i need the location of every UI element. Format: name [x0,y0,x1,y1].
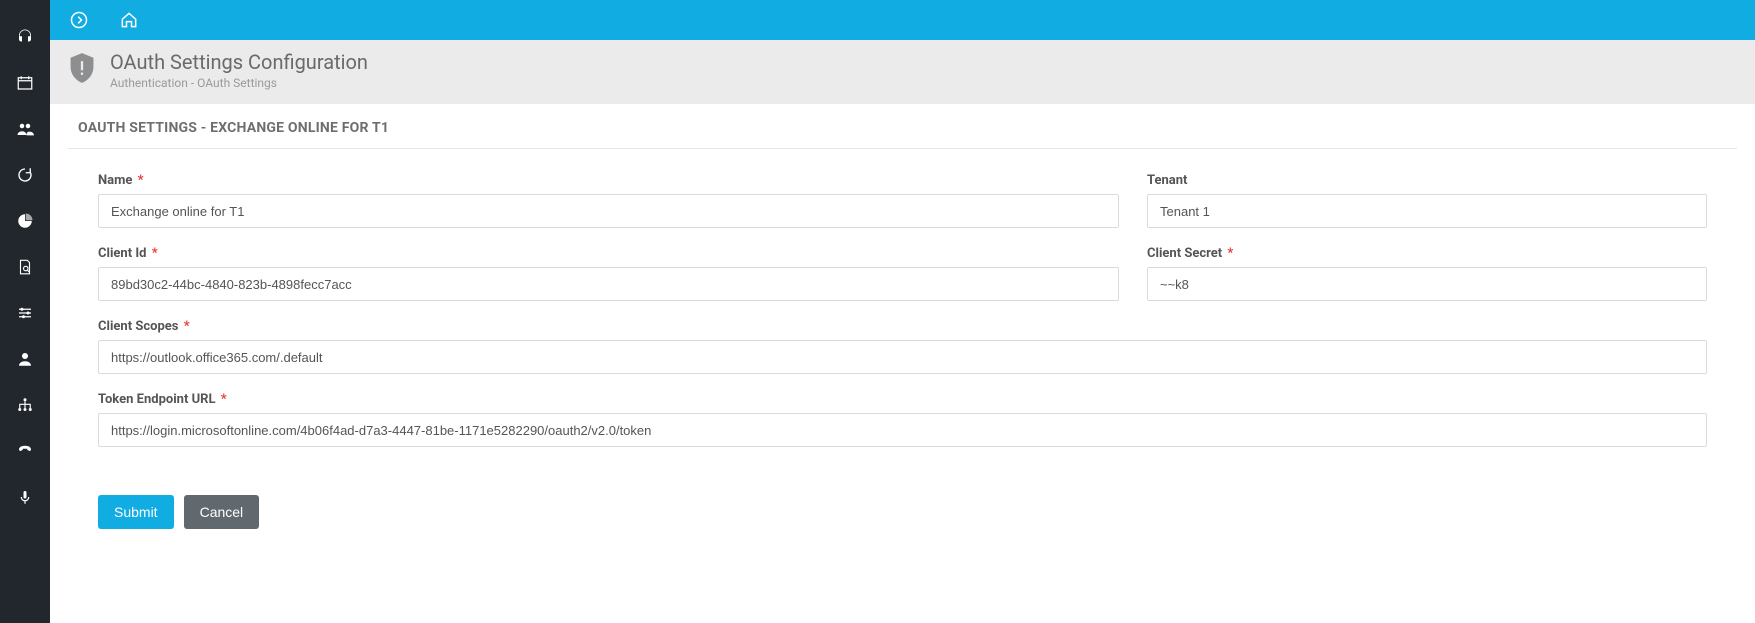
users-icon [16,120,34,138]
page-header: OAuth Settings Configuration Authenticat… [50,40,1755,104]
tenant-input[interactable] [1147,194,1707,228]
sidebar-item-org[interactable] [0,382,50,428]
submit-button[interactable]: Submit [98,495,174,529]
client-id-label: Client Id * [98,246,1119,261]
tenant-label: Tenant [1147,173,1707,188]
org-chart-icon [16,396,34,414]
client-scopes-label: Client Scopes * [98,319,1707,334]
home-icon [119,10,139,30]
sidebar-item-user[interactable] [0,336,50,382]
breadcrumb: Authentication - OAuth Settings [110,76,368,90]
sidebar [0,0,50,623]
sidebar-item-phone[interactable] [0,428,50,474]
client-secret-label: Client Secret * [1147,246,1707,261]
oauth-settings-panel: OAUTH SETTINGS - EXCHANGE ONLINE FOR T1 … [68,104,1737,557]
page-title: OAuth Settings Configuration [110,50,368,74]
nav-forward-button[interactable] [68,9,90,31]
cancel-button[interactable]: Cancel [184,495,260,529]
shield-alert-icon [68,52,96,88]
name-label: Name * [98,173,1119,188]
arrow-circle-icon [69,10,89,30]
document-search-icon [16,258,34,276]
section-heading: OAUTH SETTINGS - EXCHANGE ONLINE FOR T1 [68,104,1737,149]
sidebar-item-mic[interactable] [0,474,50,520]
token-endpoint-input[interactable] [98,413,1707,447]
pie-chart-icon [16,212,34,230]
client-id-input[interactable] [98,267,1119,301]
sidebar-item-settings[interactable] [0,290,50,336]
sidebar-item-agent[interactable] [0,14,50,60]
sidebar-item-refresh[interactable] [0,152,50,198]
client-scopes-input[interactable] [98,340,1707,374]
phone-icon [16,442,34,460]
sidebar-item-search-doc[interactable] [0,244,50,290]
sidebar-item-pie[interactable] [0,198,50,244]
sliders-icon [16,304,34,322]
client-secret-input[interactable] [1147,267,1707,301]
name-input[interactable] [98,194,1119,228]
refresh-icon [16,166,34,184]
headset-icon [16,28,34,46]
sidebar-item-users[interactable] [0,106,50,152]
nav-home-button[interactable] [118,9,140,31]
token-endpoint-label: Token Endpoint URL * [98,392,1707,407]
mic-icon [16,488,34,506]
sidebar-item-calendar[interactable] [0,60,50,106]
calendar-icon [16,74,34,92]
topbar [50,0,1755,40]
user-icon [16,350,34,368]
